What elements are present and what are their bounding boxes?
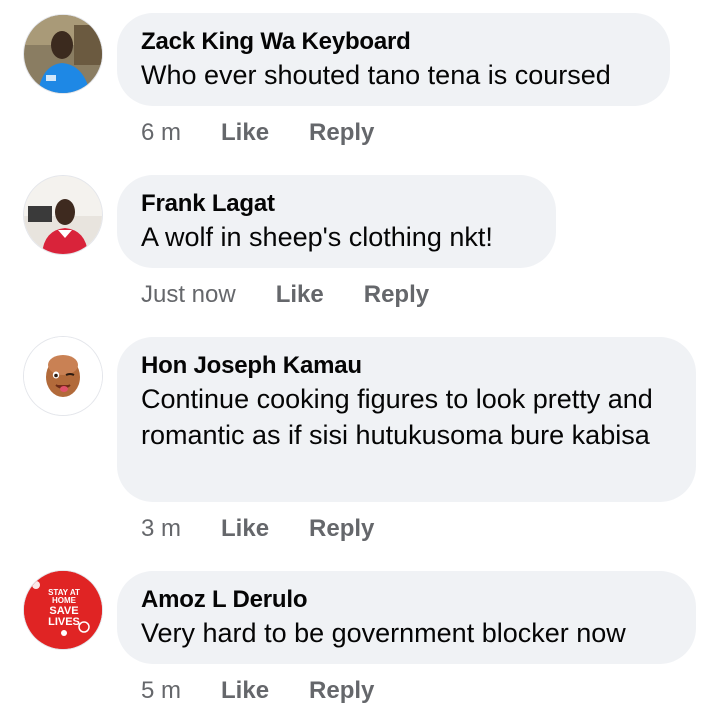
comment-actions: Just now Like Reply xyxy=(141,281,469,309)
memoji-icon xyxy=(24,337,102,415)
comment-text: Who ever shouted tano tena is coursed xyxy=(141,60,611,90)
comment-timestamp[interactable]: 3 m xyxy=(141,515,181,543)
comment-bubble: Amoz L Derulo Very hard to be government… xyxy=(117,571,696,664)
comment-author[interactable]: Hon Joseph Kamau xyxy=(141,351,672,381)
avatar[interactable] xyxy=(24,15,102,93)
reply-button[interactable]: Reply xyxy=(309,515,374,543)
comment-bubble: Hon Joseph Kamau Continue cooking figure… xyxy=(117,337,696,502)
profile-photo-icon xyxy=(24,15,102,93)
comment-author[interactable]: Amoz L Derulo xyxy=(141,585,672,615)
comment-timestamp[interactable]: 5 m xyxy=(141,677,181,705)
comment-timestamp[interactable]: 6 m xyxy=(141,119,181,147)
reply-button[interactable]: Reply xyxy=(364,281,429,309)
like-button[interactable]: Like xyxy=(221,677,269,705)
comment-author[interactable]: Frank Lagat xyxy=(141,189,532,219)
avatar[interactable] xyxy=(24,337,102,415)
comment-timestamp[interactable]: Just now xyxy=(141,281,236,309)
profile-photo-icon xyxy=(24,176,102,254)
comment-bubble: Zack King Wa Keyboard Who ever shouted t… xyxy=(117,13,670,106)
stay-at-home-badge-icon: STAY AT HOME SAVE LIVES xyxy=(24,571,102,649)
reply-button[interactable]: Reply xyxy=(309,677,374,705)
comment-text: A wolf in sheep's clothing nkt! xyxy=(141,222,493,252)
comment-bubble: Frank Lagat A wolf in sheep's clothing n… xyxy=(117,175,556,268)
comment-text: Very hard to be government blocker now xyxy=(141,618,626,648)
comment-actions: 3 m Like Reply xyxy=(141,515,414,543)
like-button[interactable]: Like xyxy=(276,281,324,309)
reply-button[interactable]: Reply xyxy=(309,119,374,147)
comment-author[interactable]: Zack King Wa Keyboard xyxy=(141,27,646,57)
badge-line: HOME xyxy=(52,596,77,605)
comment-text: Continue cooking figures to look pretty … xyxy=(141,384,653,450)
comment-actions: 6 m Like Reply xyxy=(141,119,414,147)
badge-line: LIVES xyxy=(48,616,80,628)
like-button[interactable]: Like xyxy=(221,515,269,543)
avatar[interactable] xyxy=(24,176,102,254)
comment-actions: 5 m Like Reply xyxy=(141,677,414,705)
avatar[interactable]: STAY AT HOME SAVE LIVES xyxy=(24,571,102,649)
like-button[interactable]: Like xyxy=(221,119,269,147)
